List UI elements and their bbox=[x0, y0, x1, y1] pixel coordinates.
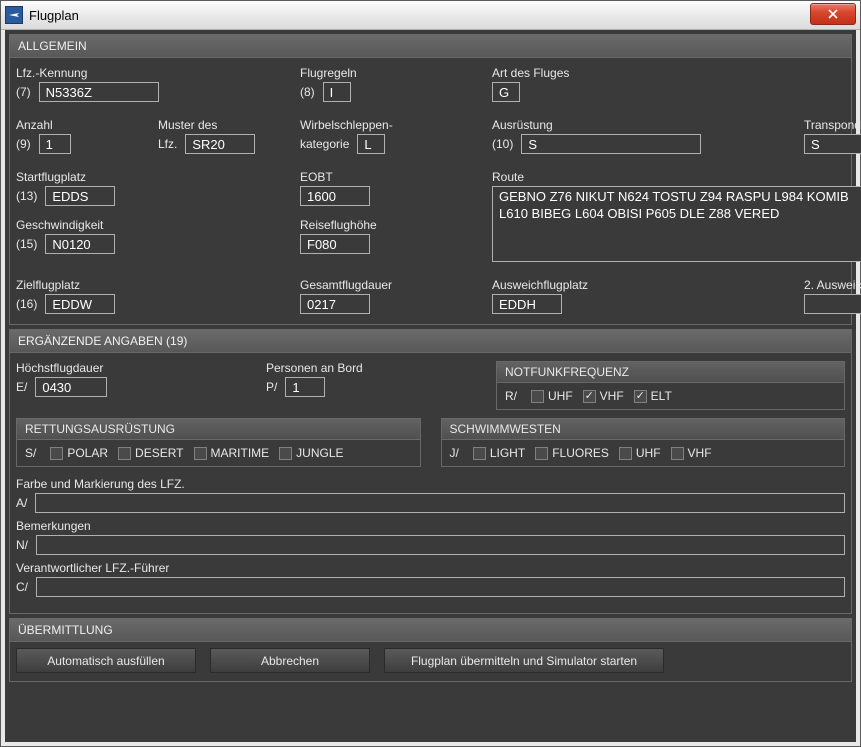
input-muster[interactable] bbox=[185, 134, 255, 154]
input-anzahl[interactable] bbox=[39, 134, 71, 154]
prefix-schwimmwesten: J/ bbox=[450, 446, 459, 460]
input-ausruestung[interactable] bbox=[521, 134, 701, 154]
input-gesamtflugdauer[interactable] bbox=[300, 294, 370, 314]
label-ausweich: Ausweichflugplatz bbox=[492, 278, 782, 292]
prefix-farbe: A/ bbox=[16, 496, 27, 510]
label-muster: Muster des bbox=[158, 118, 278, 132]
label-startflugplatz: Startflugplatz bbox=[16, 170, 278, 184]
prefix-startflugplatz: (13) bbox=[16, 189, 37, 203]
section-ergaenzende: ERGÄNZENDE ANGABEN (19) Höchstflugdauer … bbox=[9, 329, 852, 614]
label-anzahl: Anzahl bbox=[16, 118, 136, 132]
input-reiseflughoehe[interactable] bbox=[300, 234, 370, 254]
cancel-button[interactable]: Abbrechen bbox=[210, 648, 370, 673]
check-schwimm-uhf[interactable]: UHF bbox=[619, 446, 661, 460]
window-title: Flugplan bbox=[29, 8, 79, 23]
check-schwimm-light[interactable]: LIGHT bbox=[473, 446, 525, 460]
label-geschwindigkeit: Geschwindigkeit bbox=[16, 218, 278, 232]
prefix-ausruestung: (10) bbox=[492, 137, 513, 151]
label-lfz-kennung: Lfz.-Kennung bbox=[16, 66, 278, 80]
label-wirbelschleppen-2: kategorie bbox=[300, 137, 349, 151]
check-schwimm-fluores[interactable]: FLUORES bbox=[535, 446, 609, 460]
section-allgemein: ALLGEMEIN Lfz.-Kennung (7) Flugregeln bbox=[9, 34, 852, 325]
close-icon bbox=[828, 9, 838, 19]
prefix-muster: Lfz. bbox=[158, 137, 177, 151]
label-farbe: Farbe und Markierung des LFZ. bbox=[16, 477, 845, 491]
app-icon bbox=[5, 6, 23, 24]
check-schwimm-vhf[interactable]: VHF bbox=[671, 446, 712, 460]
panel-schwimmwesten-header: SCHWIMMWESTEN bbox=[442, 419, 845, 440]
input-art-des-fluges[interactable] bbox=[492, 82, 520, 102]
window: Flugplan ALLGEMEIN Lfz.-Kennung (7) bbox=[0, 0, 861, 747]
prefix-rettung: S/ bbox=[25, 446, 36, 460]
input-zielflugplatz[interactable] bbox=[45, 294, 115, 314]
label-flugregeln: Flugregeln bbox=[300, 66, 470, 80]
prefix-verantwortlicher: C/ bbox=[16, 580, 28, 594]
auto-fill-button[interactable]: Automatisch ausfüllen bbox=[16, 648, 196, 673]
titlebar: Flugplan bbox=[1, 1, 860, 30]
label-gesamtflugdauer: Gesamtflugdauer bbox=[300, 278, 470, 292]
panel-rettung-header: RETTUNGSAUSRÜSTUNG bbox=[17, 419, 420, 440]
label-reiseflughoehe: Reiseflughöhe bbox=[300, 218, 470, 232]
prefix-hoechstflugdauer: E/ bbox=[16, 380, 27, 394]
close-button[interactable] bbox=[810, 3, 856, 25]
section-allgemein-header: ALLGEMEIN bbox=[10, 35, 851, 58]
check-rettung-polar[interactable]: POLAR bbox=[50, 446, 108, 460]
label-bemerkungen: Bemerkungen bbox=[16, 519, 845, 533]
check-notfunk-uhf[interactable]: UHF bbox=[531, 389, 573, 403]
input-wirbelschleppen[interactable] bbox=[357, 134, 385, 154]
prefix-anzahl: (9) bbox=[16, 137, 31, 151]
submit-button[interactable]: Flugplan übermitteln und Simulator start… bbox=[384, 648, 664, 673]
prefix-geschwindigkeit: (15) bbox=[16, 237, 37, 251]
section-uebermittlung-header: ÜBERMITTLUNG bbox=[10, 619, 851, 642]
prefix-flugregeln: (8) bbox=[300, 85, 315, 99]
label-ausruestung: Ausrüstung bbox=[492, 118, 782, 132]
label-hoechstflugdauer: Höchstflugdauer bbox=[16, 361, 236, 375]
section-ergaenzende-header: ERGÄNZENDE ANGABEN (19) bbox=[10, 330, 851, 353]
label-personen: Personen an Bord bbox=[266, 361, 466, 375]
section-uebermittlung: ÜBERMITTLUNG Automatisch ausfüllen Abbre… bbox=[9, 618, 852, 682]
label-art-des-fluges: Art des Fluges bbox=[492, 66, 782, 80]
panel-notfunk: NOTFUNKFREQUENZ R/ UHF VHF ELT bbox=[496, 361, 845, 410]
check-notfunk-vhf[interactable]: VHF bbox=[583, 389, 624, 403]
input-lfz-kennung[interactable] bbox=[39, 82, 159, 102]
panel-rettung: RETTUNGSAUSRÜSTUNG S/ POLAR DESERT MARIT… bbox=[16, 418, 421, 467]
input-verantwortlicher[interactable] bbox=[36, 577, 845, 597]
label-transponder: Transponder bbox=[804, 118, 861, 132]
input-bemerkungen[interactable] bbox=[36, 535, 845, 555]
input-farbe[interactable] bbox=[35, 493, 845, 513]
label-zielflugplatz: Zielflugplatz bbox=[16, 278, 278, 292]
label-verantwortlicher: Verantwortlicher LFZ.-Führer bbox=[16, 561, 845, 575]
prefix-personen: P/ bbox=[266, 380, 277, 394]
input-eobt[interactable] bbox=[300, 186, 370, 206]
input-ausweich[interactable] bbox=[492, 294, 562, 314]
check-rettung-desert[interactable]: DESERT bbox=[118, 446, 183, 460]
check-rettung-maritime[interactable]: MARITIME bbox=[194, 446, 270, 460]
input-hoechstflugdauer[interactable] bbox=[35, 377, 107, 397]
check-notfunk-elt[interactable]: ELT bbox=[634, 389, 672, 403]
prefix-notfunk: R/ bbox=[505, 389, 517, 403]
input-transponder[interactable] bbox=[804, 134, 861, 154]
client-area: ALLGEMEIN Lfz.-Kennung (7) Flugregeln bbox=[5, 30, 856, 742]
label-ausweich2: 2. Ausweichflugplatz bbox=[804, 278, 861, 292]
label-eobt: EOBT bbox=[300, 170, 470, 184]
panel-notfunk-header: NOTFUNKFREQUENZ bbox=[497, 362, 844, 383]
prefix-bemerkungen: N/ bbox=[16, 538, 28, 552]
label-route: Route bbox=[492, 170, 861, 184]
check-rettung-jungle[interactable]: JUNGLE bbox=[279, 446, 343, 460]
prefix-lfz-kennung: (7) bbox=[16, 85, 31, 99]
input-flugregeln[interactable] bbox=[323, 82, 351, 102]
label-wirbelschleppen: Wirbelschleppen- bbox=[300, 118, 470, 132]
prefix-zielflugplatz: (16) bbox=[16, 297, 37, 311]
input-geschwindigkeit[interactable] bbox=[45, 234, 115, 254]
input-route[interactable] bbox=[492, 186, 861, 262]
panel-schwimmwesten: SCHWIMMWESTEN J/ LIGHT FLUORES UHF VHF bbox=[441, 418, 846, 467]
input-personen[interactable] bbox=[285, 377, 325, 397]
input-startflugplatz[interactable] bbox=[45, 186, 115, 206]
input-ausweich2[interactable] bbox=[804, 294, 861, 314]
